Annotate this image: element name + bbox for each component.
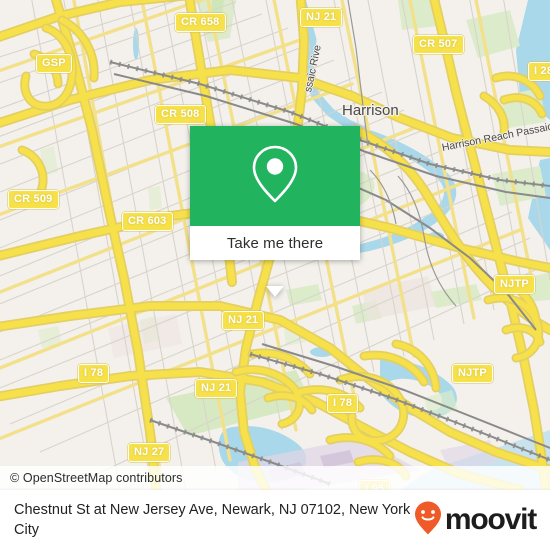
road-shield[interactable]: I 78 (78, 364, 110, 383)
road-shield[interactable]: NJ 21 (222, 311, 265, 330)
location-title: Chestnut St at New Jersey Ave, Newark, N… (14, 502, 411, 538)
road-shield[interactable]: NJ 21 (195, 379, 238, 398)
location-pin-icon (248, 142, 302, 211)
road-shield[interactable]: CR 658 (175, 13, 226, 32)
road-shield[interactable]: CR 507 (413, 35, 464, 54)
road-shield[interactable]: NJTP (452, 364, 493, 383)
moovit-pin-icon (413, 500, 443, 541)
road-shield[interactable]: NJTP (494, 275, 535, 294)
road-shield[interactable]: I 78 (327, 394, 359, 413)
callout-action-area[interactable]: Take me there (190, 226, 360, 260)
moovit-logo[interactable]: moovit (413, 500, 537, 541)
road-shield[interactable]: CR 508 (155, 105, 206, 124)
take-me-there-label: Take me there (226, 234, 324, 252)
destination-callout-card[interactable]: Take me there (190, 126, 360, 297)
map-attribution-bar: © OpenStreetMap contributors (0, 466, 550, 490)
road-shield[interactable]: CR 603 (122, 212, 173, 231)
moovit-wordmark: moovit (444, 503, 537, 536)
map-viewport[interactable]: Harrison Harrison Reach Passaic R ssaic … (0, 0, 550, 490)
road-shield[interactable]: GSP (36, 54, 72, 73)
openstreetmap-attribution-text[interactable]: © OpenStreetMap contributors (0, 471, 183, 485)
place-label-harrison: Harrison (342, 102, 399, 119)
road-shield[interactable]: CR 509 (8, 190, 59, 209)
road-shield[interactable]: NJ 27 (128, 443, 171, 462)
callout-pointer-tail (266, 286, 284, 297)
app-root: Harrison Harrison Reach Passaic R ssaic … (0, 0, 550, 550)
callout-icon-area (190, 126, 360, 226)
road-shield[interactable]: NJ 21 (300, 8, 343, 27)
footer-bar: Chestnut St at New Jersey Ave, Newark, N… (0, 490, 550, 550)
road-shield[interactable]: I 280 (528, 62, 550, 81)
